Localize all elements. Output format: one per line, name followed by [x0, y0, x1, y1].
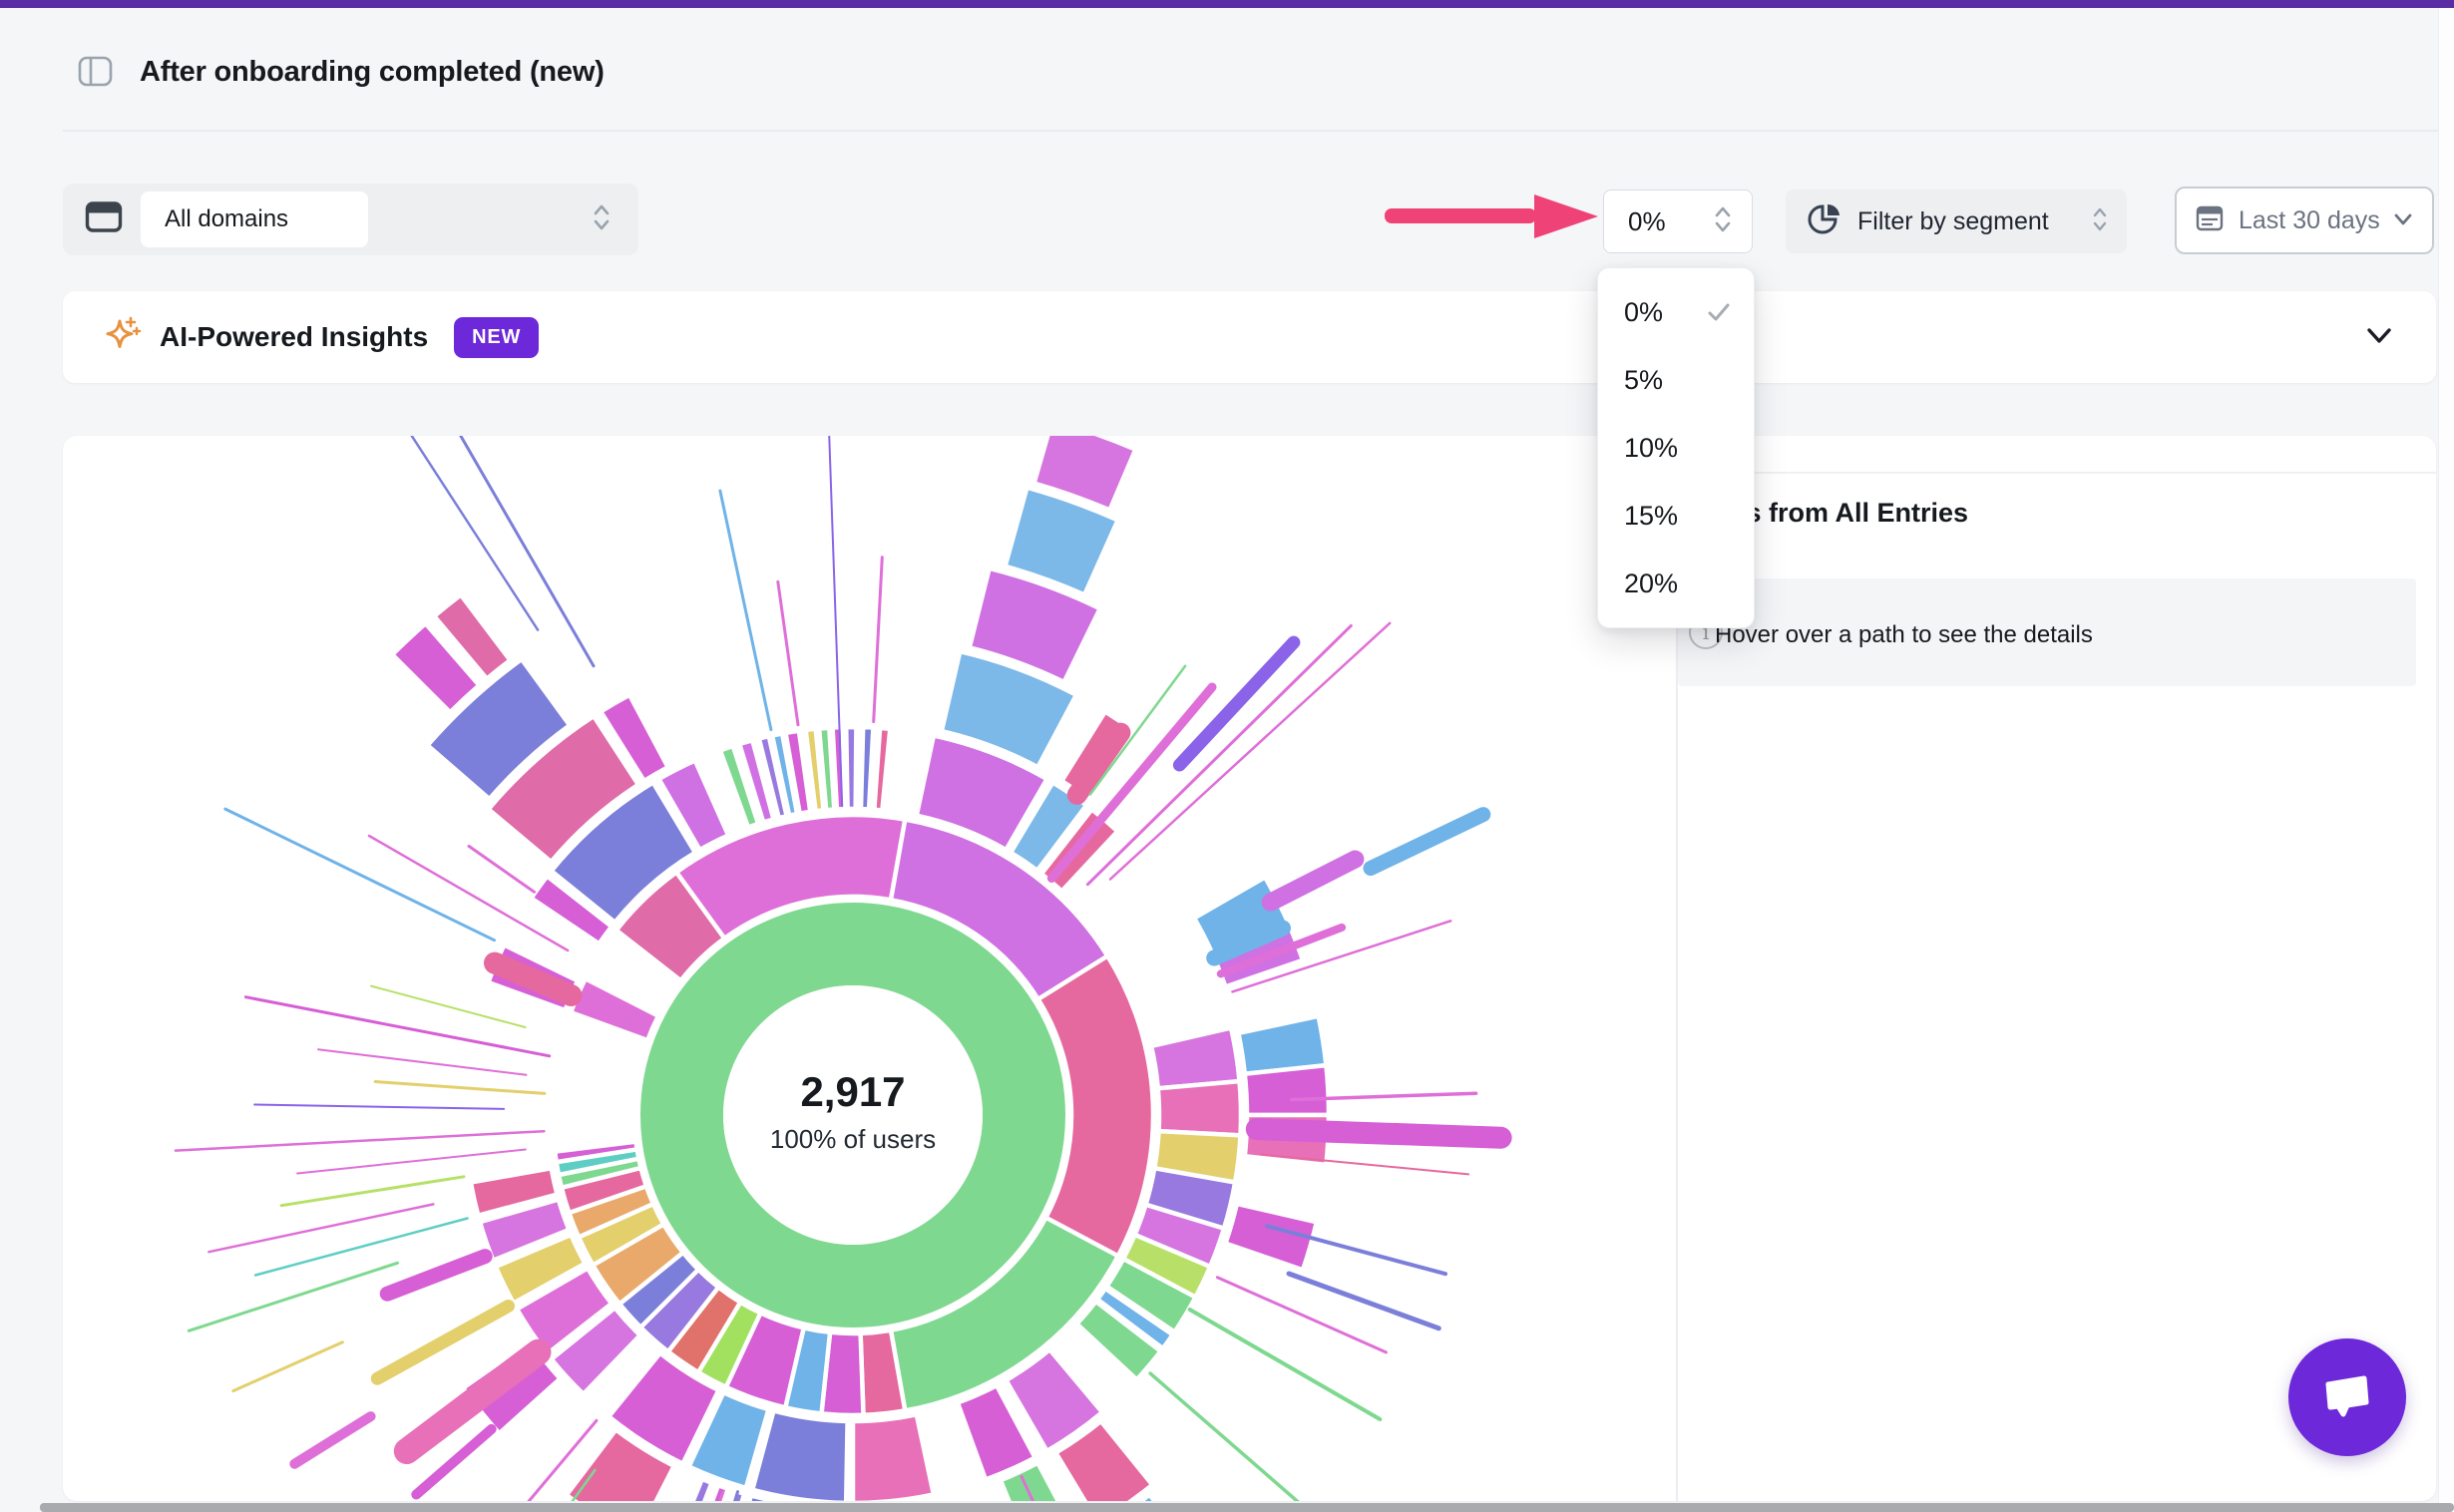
sunburst-segment[interactable] — [752, 1411, 847, 1502]
percent-selected-value: 0% — [1628, 206, 1666, 237]
sunburst-segment[interactable] — [833, 727, 845, 809]
percent-option-label: 15% — [1624, 501, 1678, 532]
percent-threshold-select[interactable]: 0% — [1603, 189, 1753, 253]
sunburst-ray[interactable] — [720, 491, 771, 730]
domain-selector[interactable]: All domains — [63, 184, 638, 255]
sunburst-ray[interactable] — [1110, 623, 1390, 880]
percent-option[interactable]: 20% — [1598, 551, 1754, 616]
sunburst-ray[interactable] — [1087, 625, 1351, 884]
percent-option-label: 10% — [1624, 433, 1678, 464]
chevron-down-icon — [2390, 205, 2416, 236]
chart-center-label: 100% of users — [770, 1124, 936, 1154]
horizontal-scrollbar[interactable] — [40, 1503, 2454, 1512]
chat-bubble-icon — [2314, 1362, 2380, 1433]
segment-filter-label: Filter by segment — [1857, 207, 2049, 236]
sunburst-ray[interactable] — [1150, 1373, 1309, 1501]
checkmark-icon — [1706, 299, 1732, 325]
sunburst-ray[interactable] — [233, 1342, 343, 1391]
panel-top-border — [1676, 472, 2436, 474]
paths-chart-card: 2,917 100% of users Paths from All Entri… — [63, 436, 2436, 1501]
chart-center-value: 2,917 — [800, 1068, 905, 1115]
percent-option-label: 5% — [1624, 365, 1663, 396]
sunburst-ray[interactable] — [281, 1177, 464, 1206]
sunburst-segment[interactable] — [861, 727, 873, 809]
sunburst-ray[interactable] — [245, 997, 549, 1056]
sunburst-chart[interactable]: 2,917 100% of users — [63, 436, 1676, 1501]
sunburst-segment[interactable] — [846, 727, 856, 809]
annotation-arrow — [1385, 193, 1600, 244]
percent-option[interactable]: 0% — [1598, 279, 1754, 345]
sunburst-ray[interactable] — [189, 1263, 397, 1330]
sidebar-toggle-icon[interactable] — [78, 54, 114, 90]
sunburst-ray[interactable] — [254, 1105, 504, 1109]
sunburst-ray[interactable] — [297, 1150, 526, 1174]
percent-dropdown-menu: 0% 5% 10% 15% 20% — [1597, 267, 1755, 628]
sunburst-ray[interactable] — [375, 1082, 545, 1094]
pie-chart-icon — [1808, 202, 1841, 241]
header-divider — [63, 130, 2454, 132]
sunburst-ray[interactable] — [176, 1131, 545, 1150]
percent-option[interactable]: 10% — [1598, 415, 1754, 481]
chevron-down-icon[interactable] — [2362, 318, 2396, 357]
ai-insights-card[interactable]: AI-Powered Insights NEW — [63, 291, 2436, 383]
sunburst-segment[interactable] — [874, 728, 890, 811]
top-accent-bar — [0, 0, 2454, 8]
sunburst-segment[interactable] — [1151, 1028, 1239, 1089]
chevron-updown-icon — [2089, 202, 2111, 241]
percent-option-label: 20% — [1624, 568, 1678, 599]
sunburst-ray[interactable] — [1190, 1310, 1381, 1419]
sparkle-star-icon — [100, 313, 144, 362]
calendar-icon — [2195, 203, 2225, 238]
date-range-button[interactable]: Last 30 days — [2175, 187, 2434, 254]
percent-option[interactable]: 5% — [1598, 347, 1754, 413]
sunburst-segment[interactable] — [853, 1414, 934, 1501]
sunburst-ray[interactable] — [294, 1416, 370, 1464]
sunburst-ray[interactable] — [371, 986, 526, 1027]
sunburst-ray[interactable] — [225, 809, 495, 941]
date-range-label: Last 30 days — [2239, 206, 2380, 235]
sunburst-ray[interactable] — [255, 1219, 468, 1276]
percent-option-label: 0% — [1624, 297, 1663, 328]
sunburst-ray[interactable] — [1260, 1154, 1468, 1174]
sunburst-ray[interactable] — [1257, 1129, 1501, 1138]
scrollbar-track[interactable] — [2438, 8, 2454, 1512]
sunburst-ray[interactable] — [778, 581, 798, 725]
chevron-updown-icon — [591, 200, 613, 239]
new-badge: NEW — [454, 317, 539, 358]
hint-text: Hover over a path to see the details — [1715, 621, 2093, 649]
sunburst-ray[interactable] — [387, 1257, 485, 1295]
sunburst-segment[interactable] — [1158, 1081, 1241, 1135]
sunburst-ray[interactable] — [1271, 860, 1356, 903]
percent-option[interactable]: 15% — [1598, 483, 1754, 549]
sunburst-segment[interactable] — [1245, 1065, 1329, 1115]
page-title: After onboarding completed (new) — [140, 56, 605, 89]
sunburst-ray[interactable] — [874, 558, 883, 722]
browser-window-icon — [85, 200, 123, 239]
sunburst-segment[interactable] — [671, 1479, 712, 1501]
chat-button[interactable] — [2288, 1338, 2406, 1456]
sunburst-ray[interactable] — [208, 1204, 433, 1252]
app-screen: After onboarding completed (new) All dom… — [0, 0, 2454, 1512]
chevron-updown-icon — [1712, 202, 1734, 241]
ai-insights-title: AI-Powered Insights — [160, 321, 428, 353]
sunburst-ray[interactable] — [469, 846, 535, 892]
sunburst-segment[interactable] — [571, 978, 658, 1040]
segment-filter-button[interactable]: Filter by segment — [1786, 189, 2127, 253]
sunburst-ray[interactable] — [318, 1049, 527, 1075]
sunburst-ray[interactable] — [1371, 815, 1483, 869]
domain-selected-value[interactable]: All domains — [141, 191, 368, 247]
